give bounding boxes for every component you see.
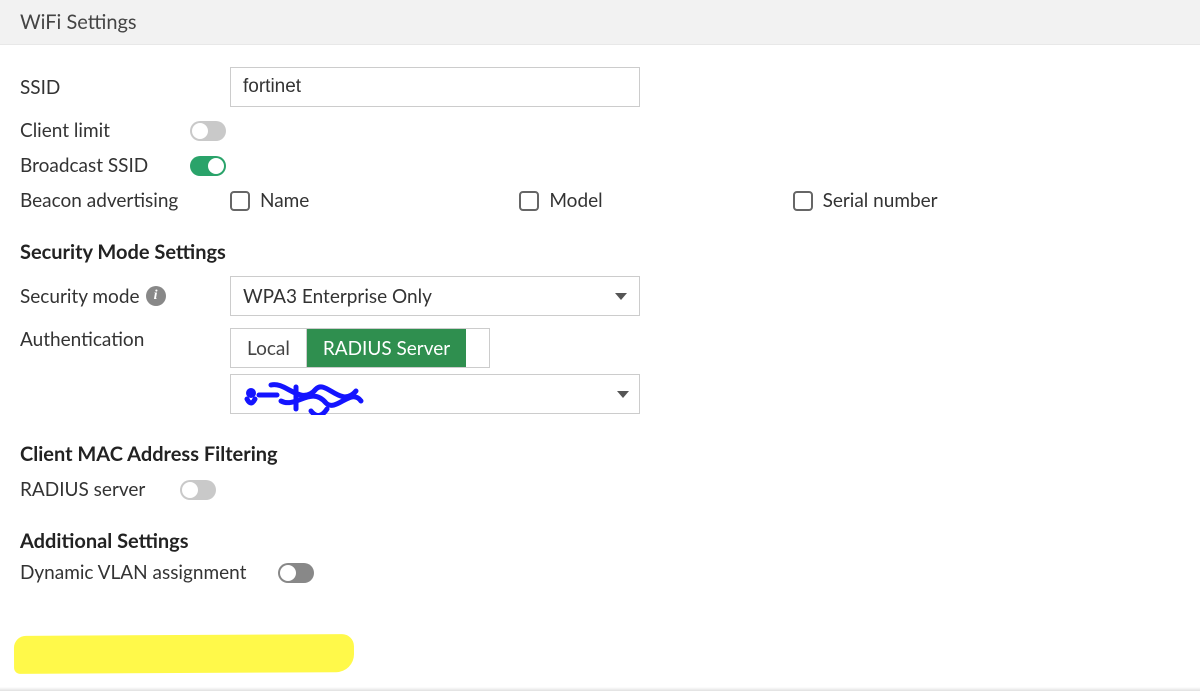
authentication-row: Authentication Local RADIUS Server [20,328,1180,414]
security-mode-row: Security mode i WPA3 Enterprise Only [20,276,1180,316]
client-limit-toggle[interactable] [190,121,226,141]
beacon-model-label: Model [549,189,602,212]
wifi-settings-title: WiFi Settings [20,10,137,34]
radius-server-value-redacted [241,379,391,409]
security-mode-heading: Security Mode Settings [20,240,1180,264]
beacon-serial-label: Serial number [823,189,938,212]
ssid-row: SSID [20,67,1180,107]
mac-filtering-heading: Client MAC Address Filtering [20,442,1180,466]
scribble-icon [241,379,391,415]
additional-settings-heading: Additional Settings [20,529,1180,553]
broadcast-ssid-toggle[interactable] [190,156,226,176]
client-limit-row: Client limit [20,119,1180,142]
wifi-settings-banner: WiFi Settings [0,0,1200,45]
beacon-advertising-label: Beacon advertising [20,189,230,212]
client-limit-label: Client limit [20,119,190,142]
authentication-segmented: Local RADIUS Server [230,328,490,368]
radius-server-dropdown[interactable] [230,374,640,414]
security-mode-dropdown[interactable]: WPA3 Enterprise Only [230,276,640,316]
auth-option-local[interactable]: Local [231,329,306,367]
info-icon[interactable]: i [146,286,166,306]
ssid-label: SSID [20,76,230,99]
dynamic-vlan-label: Dynamic VLAN assignment [20,561,278,584]
beacon-serial-checkbox[interactable] [793,191,813,211]
chevron-down-icon [617,391,629,398]
dynamic-vlan-row: Dynamic VLAN assignment [20,561,1180,584]
highlight-annotation [14,634,354,674]
chevron-down-icon [615,293,627,300]
ssid-input[interactable] [230,67,640,107]
mac-radius-label: RADIUS server [20,478,180,501]
security-mode-value: WPA3 Enterprise Only [243,285,432,308]
authentication-label: Authentication [20,328,230,351]
mac-radius-toggle[interactable] [180,480,216,500]
auth-option-radius[interactable]: RADIUS Server [306,329,466,367]
broadcast-ssid-row: Broadcast SSID [20,154,1180,177]
mac-radius-row: RADIUS server [20,478,1180,501]
broadcast-ssid-label: Broadcast SSID [20,154,190,177]
beacon-advertising-row: Beacon advertising Name Model Serial num… [20,189,1180,212]
beacon-name-checkbox[interactable] [230,191,250,211]
beacon-name-label: Name [260,189,309,212]
beacon-model-checkbox[interactable] [519,191,539,211]
security-mode-label: Security mode [20,285,140,308]
dynamic-vlan-toggle[interactable] [278,563,314,583]
bottom-shadow [0,687,1200,691]
